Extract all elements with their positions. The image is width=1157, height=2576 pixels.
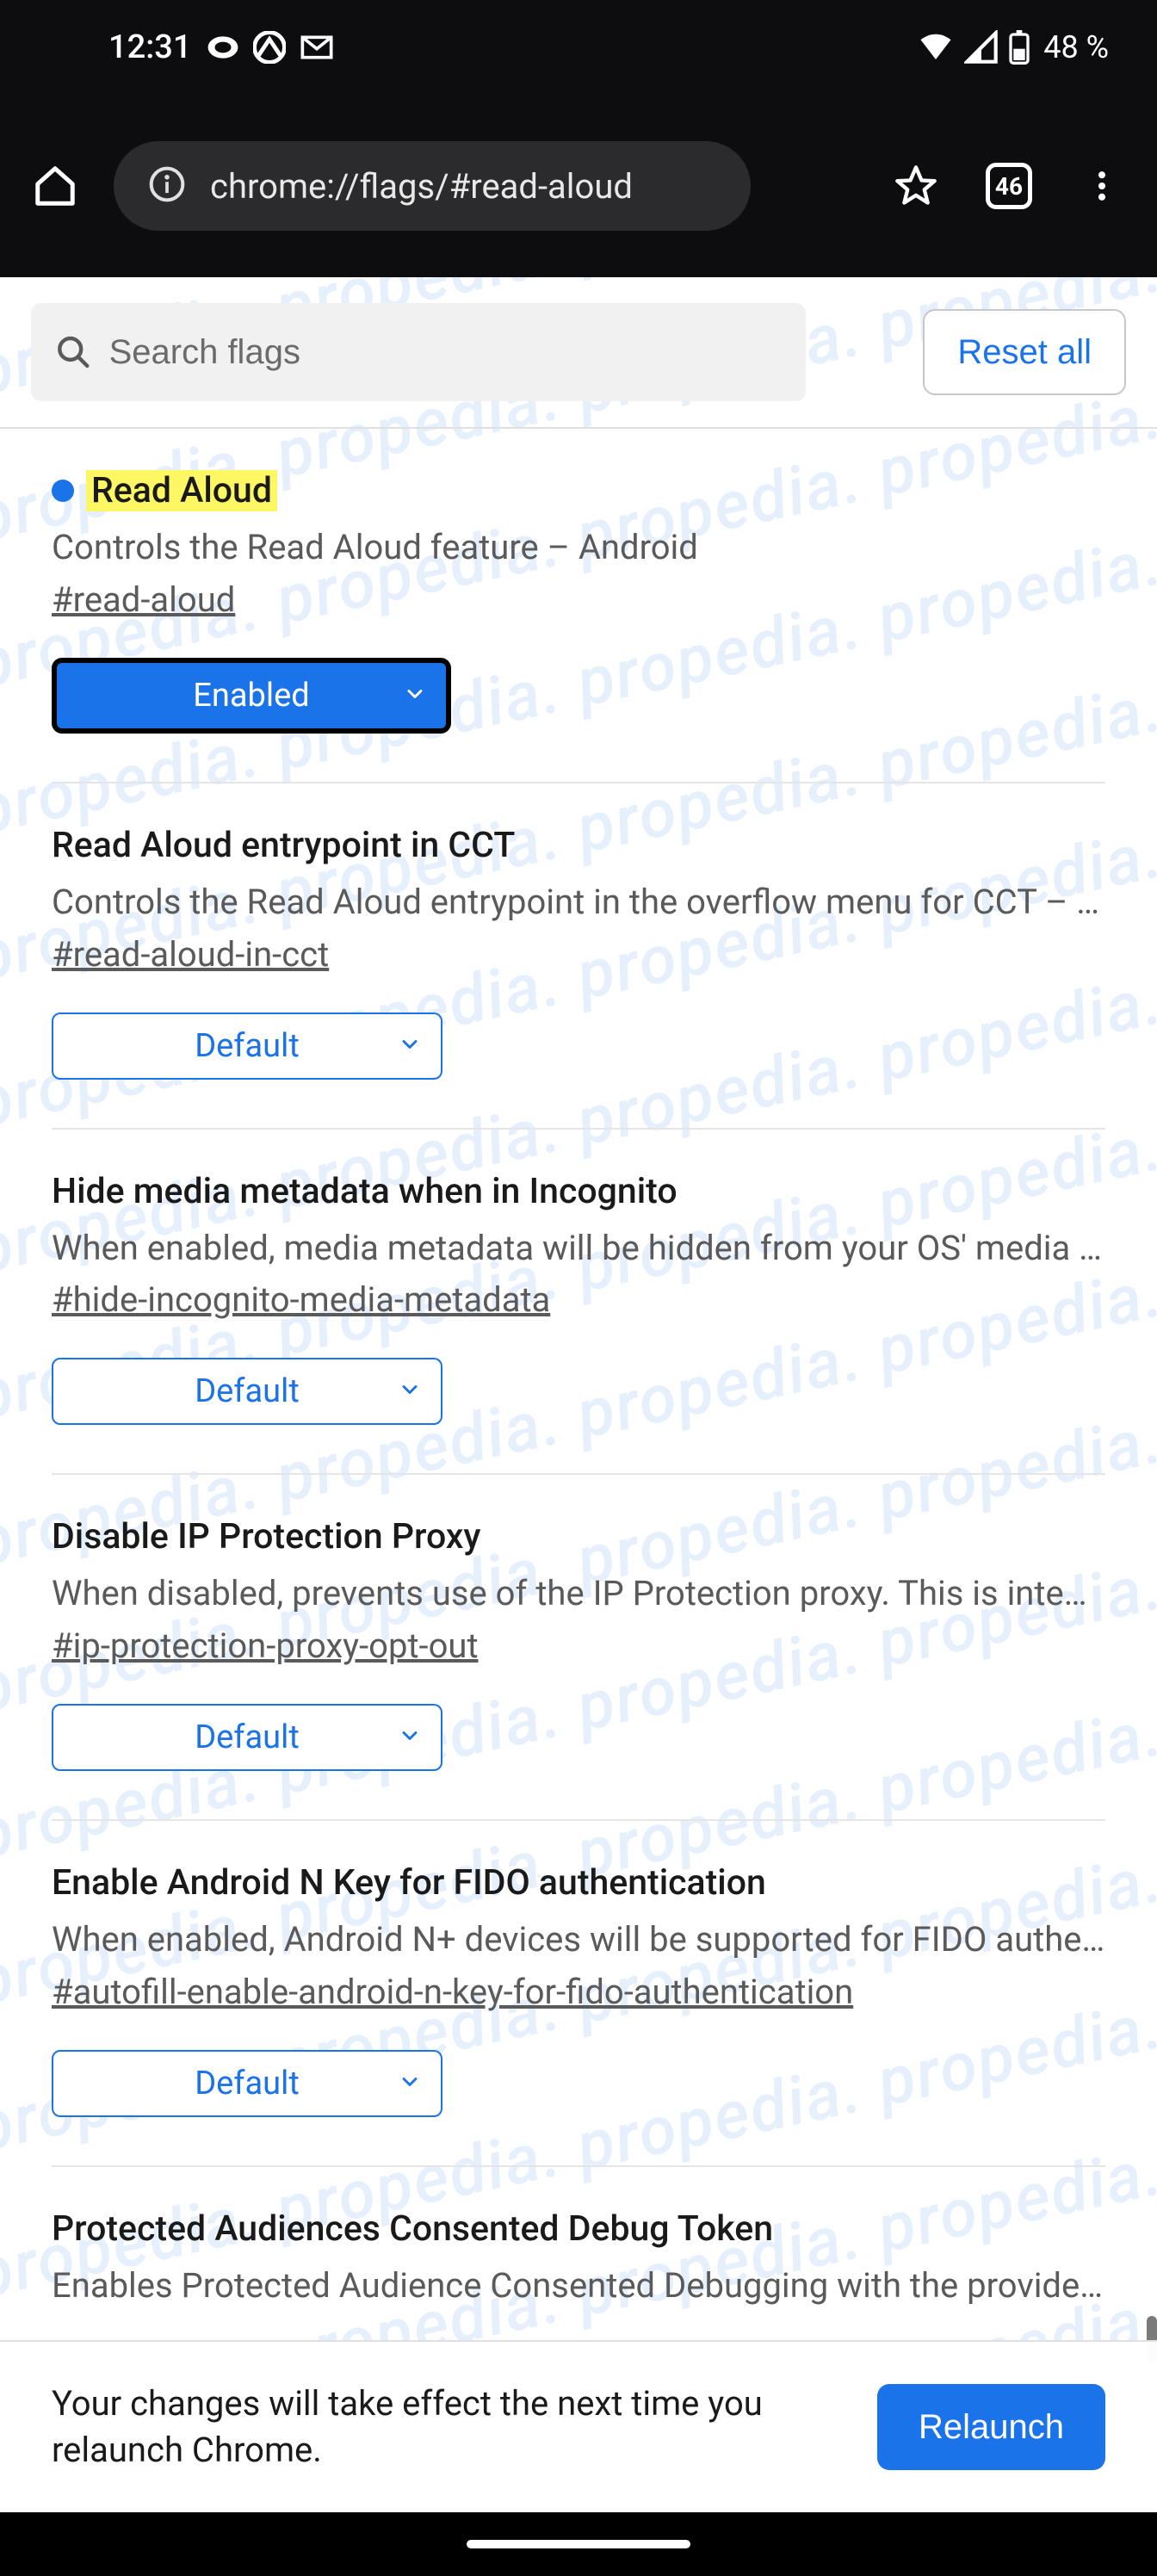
status-right: 48 %	[918, 29, 1109, 65]
flag-state-value: Default	[195, 1718, 300, 1756]
flag-title-row: Read Aloud	[52, 470, 1105, 511]
relaunch-message: Your changes will take effect the next t…	[52, 2381, 792, 2474]
flag-item: Read Aloud Controls the Read Aloud featur…	[52, 429, 1105, 783]
flag-title-row: Hide media metadata when in Incognito	[52, 1171, 1105, 1212]
search-box[interactable]	[31, 303, 806, 401]
omnibox-url: chrome://flags/#read-aloud	[210, 166, 633, 207]
flag-state-select[interactable]: Default	[52, 2050, 442, 2117]
system-nav-bar[interactable]	[0, 2512, 1157, 2576]
flag-description: When enabled, Android N+ devices will be…	[52, 1917, 1105, 1963]
flag-state-value: Default	[195, 1372, 300, 1410]
flag-description: When disabled, prevents use of the IP Pr…	[52, 1571, 1105, 1617]
status-time: 12:31	[108, 28, 191, 66]
battery-icon	[1009, 30, 1030, 65]
chevron-down-icon	[398, 2065, 422, 2102]
flag-title: Enable Android N Key for FIDO authentica…	[52, 1862, 766, 1904]
relaunch-bar: Your changes will take effect the next t…	[0, 2340, 1157, 2512]
flag-item: Read Aloud entrypoint in CCT Controls the…	[52, 783, 1105, 1130]
flag-title: Read Aloud	[86, 470, 277, 511]
status-left: 12:31	[108, 28, 334, 66]
flag-anchor-link[interactable]: #read-aloud	[52, 579, 235, 620]
chevron-down-icon	[398, 1372, 422, 1410]
flag-title-row: Enable Android N Key for FIDO authentica…	[52, 1862, 1105, 1904]
flag-description: When enabled, media metadata will be hid…	[52, 1226, 1105, 1272]
flag-anchor-link[interactable]: #ip-protection-proxy-opt-out	[52, 1625, 479, 1666]
chevron-down-icon	[398, 1027, 422, 1065]
overflow-menu-button[interactable]	[1067, 152, 1136, 220]
flag-state-select[interactable]: Default	[52, 1012, 442, 1080]
more-vert-icon	[1083, 167, 1121, 205]
flag-title: Disable IP Protection Proxy	[52, 1516, 481, 1557]
flag-title-row: Disable IP Protection Proxy	[52, 1516, 1105, 1557]
flag-anchor-link[interactable]: #autofill-enable-android-n-key-for-fido-…	[52, 1972, 853, 2012]
flag-item: Hide media metadata when in Incognito Whe…	[52, 1130, 1105, 1476]
flag-state-value: Default	[195, 2065, 300, 2102]
chevron-down-icon	[398, 1718, 422, 1756]
flag-title: Hide media metadata when in Incognito	[52, 1171, 677, 1212]
tab-switcher-button[interactable]: 46	[974, 152, 1043, 220]
flag-state-select[interactable]: Enabled	[52, 658, 451, 734]
star-icon	[894, 164, 938, 208]
flag-title-row: Protected Audiences Consented Debug Toke…	[52, 2208, 1105, 2250]
gmail-icon	[300, 30, 334, 65]
wifi-icon	[918, 29, 954, 65]
site-info-icon	[148, 165, 186, 207]
flag-anchor-link[interactable]: #hide-incognito-media-metadata	[52, 1279, 550, 1320]
status-notification-icons	[207, 30, 334, 65]
bookmark-button[interactable]	[882, 152, 950, 220]
search-icon	[55, 332, 92, 372]
flag-item: Disable IP Protection Proxy When disabled…	[52, 1475, 1105, 1821]
flag-anchor-link[interactable]: #read-aloud-in-cct	[52, 934, 329, 975]
omnibox[interactable]: chrome://flags/#read-aloud	[114, 141, 751, 231]
signal-icon	[964, 30, 999, 65]
reset-all-button[interactable]: Reset all	[923, 309, 1126, 395]
flags-page: Reset all Read Aloud Controls the Read Al…	[0, 277, 1157, 2318]
home-button[interactable]	[21, 152, 90, 220]
flag-state-value: Default	[195, 1027, 300, 1065]
flag-title-row: Read Aloud entrypoint in CCT	[52, 825, 1105, 866]
flags-list: Read Aloud Controls the Read Aloud featur…	[0, 429, 1157, 2318]
flag-title: Protected Audiences Consented Debug Toke…	[52, 2208, 773, 2250]
browser-toolbar: chrome://flags/#read-aloud 46	[0, 95, 1157, 277]
home-icon	[32, 163, 78, 209]
flag-description: Enables Protected Audience Consented Deb…	[52, 2263, 1105, 2309]
flag-description: Controls the Read Aloud feature – Androi…	[52, 525, 1105, 571]
status-bar: 12:31 48 %	[0, 0, 1157, 95]
modified-dot-icon	[52, 480, 74, 502]
search-input[interactable]	[109, 333, 782, 372]
tab-count-badge: 46	[986, 163, 1032, 209]
nav-pill	[467, 2540, 690, 2548]
notification-icon-oval	[207, 31, 239, 64]
flag-description: Controls the Read Aloud entrypoint in th…	[52, 880, 1105, 926]
search-row: Reset all	[0, 277, 1157, 429]
flag-item: Protected Audiences Consented Debug Toke…	[52, 2167, 1105, 2318]
flag-item: Enable Android N Key for FIDO authentica…	[52, 1821, 1105, 2167]
notification-icon-circle	[253, 31, 286, 64]
flag-state-select[interactable]: Default	[52, 1358, 442, 1425]
flag-title: Read Aloud entrypoint in CCT	[52, 825, 515, 866]
relaunch-button[interactable]: Relaunch	[877, 2384, 1105, 2470]
chevron-down-icon	[403, 677, 427, 715]
battery-percent: 48 %	[1043, 29, 1109, 65]
flag-state-select[interactable]: Default	[52, 1704, 442, 1771]
flag-state-value: Enabled	[193, 677, 309, 715]
